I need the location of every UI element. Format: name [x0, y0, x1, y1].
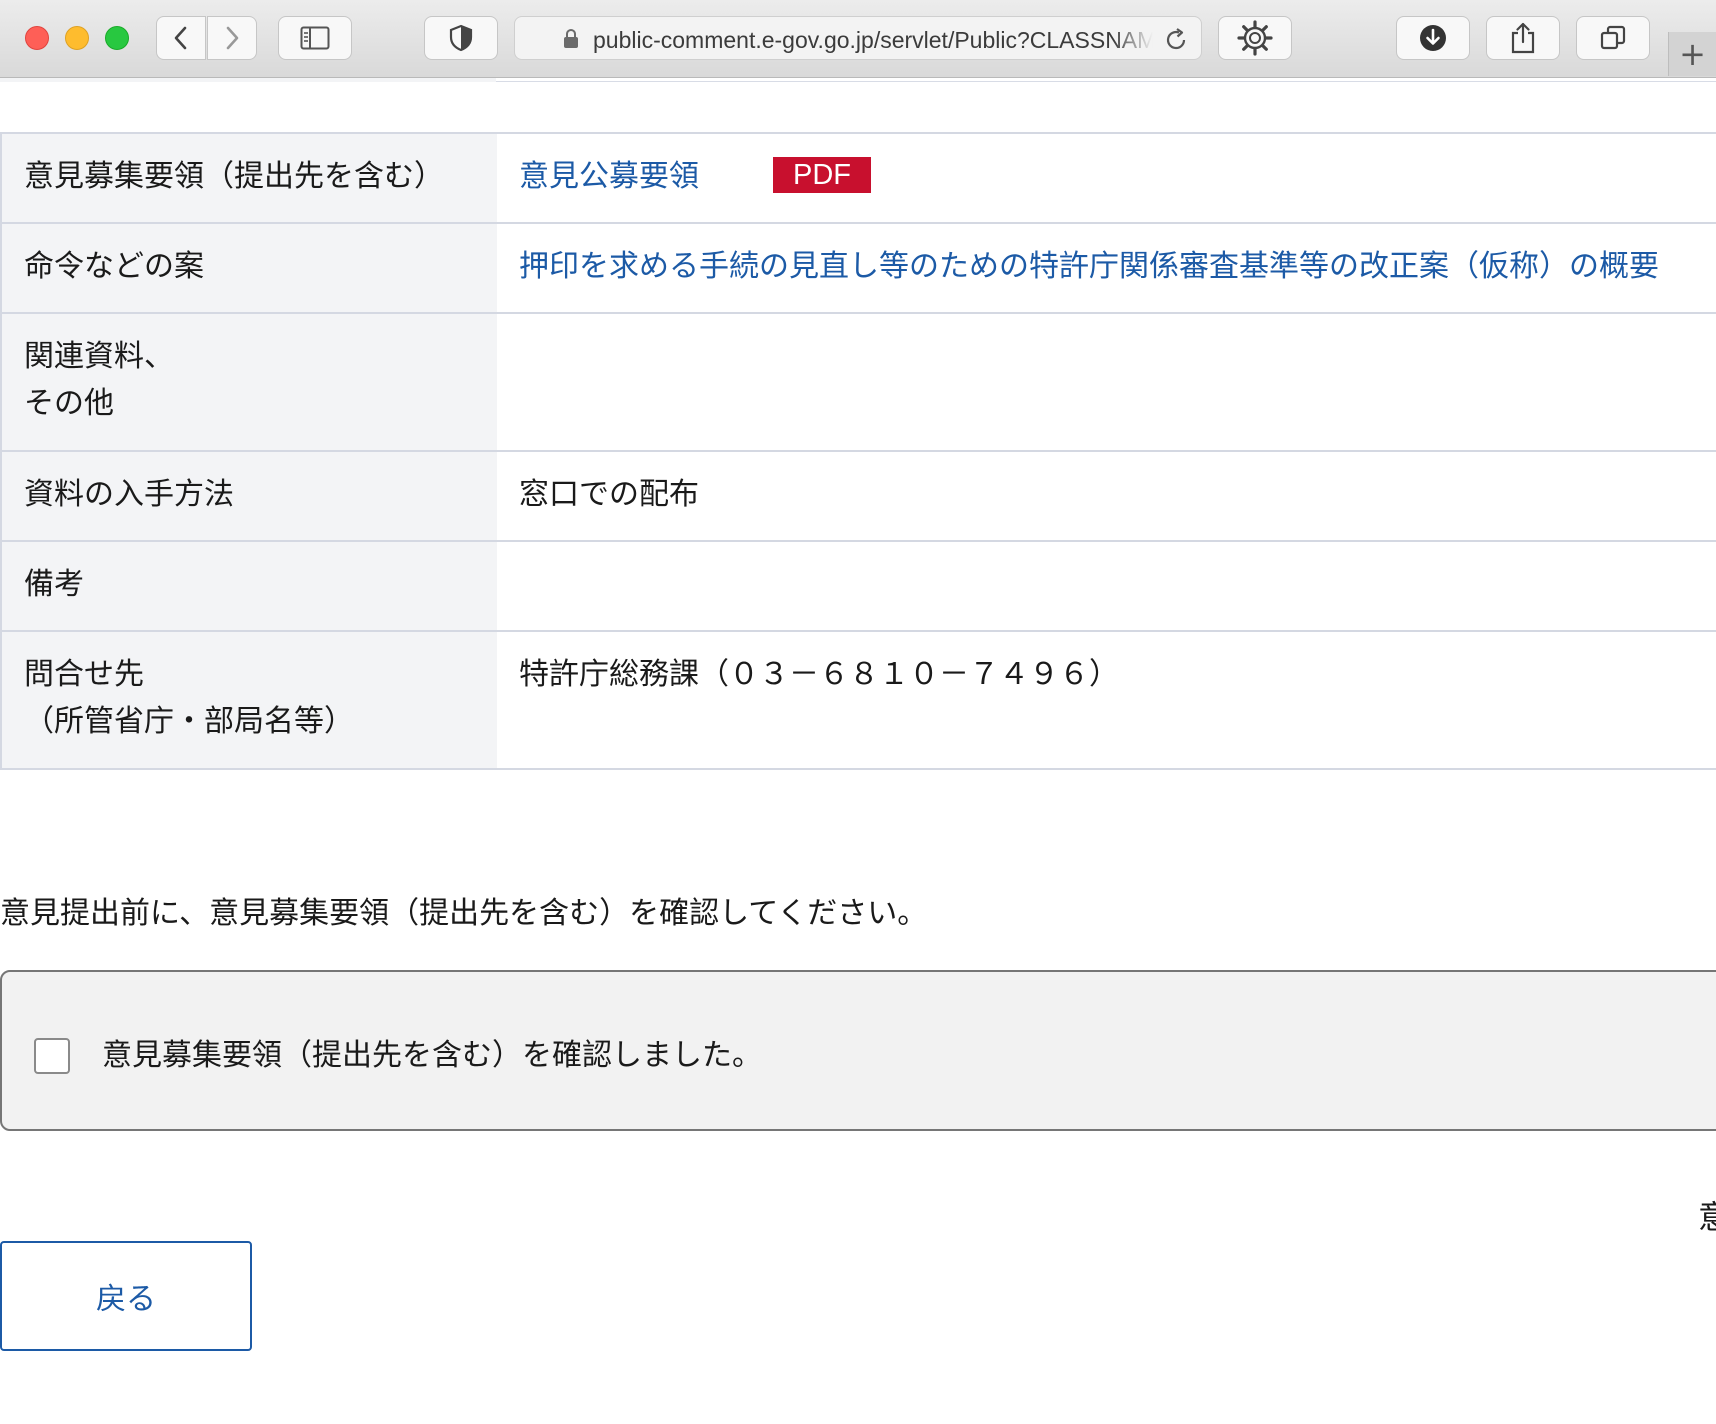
chevron-right-icon: [226, 26, 239, 50]
row-value: [497, 540, 1716, 632]
table-row: 問合せ先 （所管省庁・部局名等） 特許庁総務課（０３－６８１０－７４９６）: [0, 630, 1716, 770]
url-text: public-comment.e-gov.go.jp/servlet/Publi…: [593, 26, 1153, 54]
address-bar[interactable]: public-comment.e-gov.go.jp/servlet/Publi…: [514, 16, 1202, 60]
table-row: 資料の入手方法 窓口での配布: [0, 450, 1716, 542]
row-label-line: その他: [24, 386, 114, 421]
guidelines-link[interactable]: 意見公募要領: [519, 159, 699, 194]
table-row: 意見募集要領（提出先を含む） 意見公募要領 PDF: [0, 132, 1716, 224]
row-label: 意見募集要領（提出先を含む）: [0, 132, 497, 224]
download-icon: [1420, 25, 1446, 51]
close-window-button[interactable]: [25, 26, 49, 50]
downloads-button[interactable]: [1396, 16, 1470, 60]
row-value: 特許庁総務課（０３－６８１０－７４９６）: [497, 630, 1716, 770]
notice-text: 意見提出前に、意見募集要領（提出先を含む）を確認してください。: [0, 896, 928, 931]
previous-row-edge: [0, 78, 1716, 82]
new-tab-button[interactable]: +: [1668, 32, 1716, 76]
draft-order-link[interactable]: 押印を求める手続の見直し等のための特許庁関係審査基準等の改正案（仮称）の概要: [519, 249, 1659, 284]
row-label: 問合せ先 （所管省庁・部局名等）: [0, 630, 497, 770]
row-label-line: （所管省庁・部局名等）: [24, 704, 354, 739]
confirm-box[interactable]: 意見募集要領（提出先を含む）を確認しました。: [0, 970, 1716, 1131]
sidebar-icon: [300, 26, 330, 50]
back-nav-button[interactable]: [156, 16, 206, 60]
row-label-line: 問合せ先: [24, 657, 144, 692]
row-value: 意見公募要領 PDF: [497, 132, 1716, 224]
browser-toolbar: public-comment.e-gov.go.jp/servlet/Publi…: [0, 0, 1716, 78]
row-label-line: 関連資料、: [24, 339, 174, 374]
zoom-window-button[interactable]: [105, 26, 129, 50]
pdf-badge[interactable]: PDF: [773, 157, 871, 193]
row-label: 備考: [0, 540, 497, 632]
minimize-window-button[interactable]: [65, 26, 89, 50]
sidebar-toggle-button[interactable]: [278, 16, 352, 60]
gear-icon: [1237, 20, 1273, 56]
table-row: 関連資料、 その他: [0, 312, 1716, 452]
reload-icon[interactable]: [1163, 27, 1189, 53]
chevron-left-icon: [174, 26, 187, 50]
privacy-shield-button[interactable]: [424, 16, 498, 60]
lock-icon: [564, 29, 578, 48]
cut-off-text: 意: [1698, 1198, 1716, 1236]
confirm-checkbox[interactable]: [34, 1038, 70, 1074]
row-label: 資料の入手方法: [0, 450, 497, 542]
table-row: 命令などの案 押印を求める手続の見直し等のための特許庁関係審査基準等の改正案（仮…: [0, 222, 1716, 314]
row-value: [497, 312, 1716, 452]
row-value: 押印を求める手続の見直し等のための特許庁関係審査基準等の改正案（仮称）の概要: [497, 222, 1716, 314]
tabs-icon: [1600, 25, 1626, 50]
row-value: 窓口での配布: [497, 450, 1716, 542]
forward-nav-button[interactable]: [207, 16, 257, 60]
shield-icon: [449, 24, 473, 52]
share-icon: [1511, 22, 1535, 54]
settings-button[interactable]: [1218, 16, 1292, 60]
tab-overview-button[interactable]: [1576, 16, 1650, 60]
row-label: 命令などの案: [0, 222, 497, 314]
share-button[interactable]: [1486, 16, 1560, 60]
back-button[interactable]: 戻る: [0, 1241, 252, 1351]
row-label: 関連資料、 その他: [0, 312, 497, 452]
table-row: 備考: [0, 540, 1716, 632]
comment-detail-table: 意見募集要領（提出先を含む） 意見公募要領 PDF 命令などの案 押印を求める手続…: [0, 132, 1716, 770]
confirm-label[interactable]: 意見募集要領（提出先を含む）を確認しました。: [102, 1030, 762, 1074]
